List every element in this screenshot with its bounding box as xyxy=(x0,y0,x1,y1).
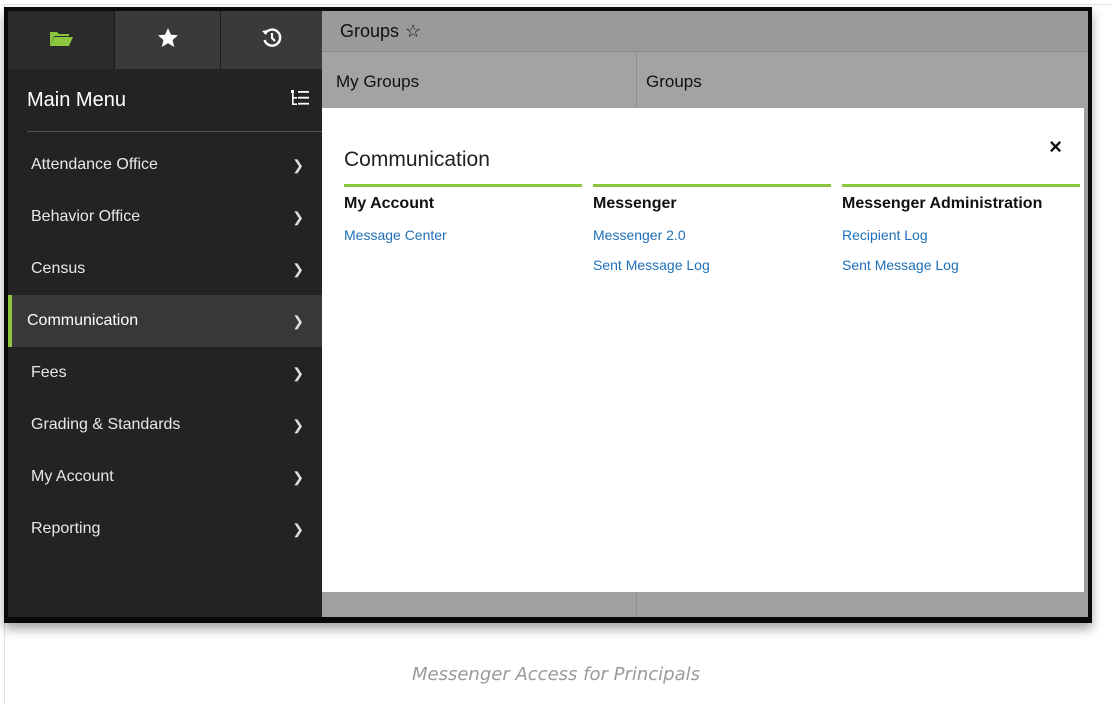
section-my-account: My Account Message Center xyxy=(344,184,582,257)
link-recipient-log[interactable]: Recipient Log xyxy=(842,227,1080,257)
history-icon xyxy=(260,26,284,55)
section-heading: Messenger Administration xyxy=(842,195,1043,212)
chevron-right-icon: ❯ xyxy=(292,416,304,433)
chevron-right-icon: ❯ xyxy=(292,468,304,485)
menu-tree-toggle-icon[interactable] xyxy=(290,89,310,112)
chevron-right-icon: ❯ xyxy=(292,312,304,329)
close-button[interactable]: × xyxy=(1049,134,1062,160)
menu-item-fees[interactable]: Fees ❯ xyxy=(8,347,322,399)
chevron-right-icon: ❯ xyxy=(292,156,304,173)
section-rule xyxy=(593,184,831,187)
folder-icon xyxy=(48,28,74,53)
section-rule xyxy=(344,184,582,187)
sidebar-tabbar xyxy=(8,11,322,69)
menu-item-census[interactable]: Census ❯ xyxy=(8,243,322,295)
star-outline-icon[interactable]: ☆ xyxy=(405,21,421,42)
page-footer-strip xyxy=(322,591,1088,617)
section-links: Messenger 2.0 Sent Message Log xyxy=(593,227,831,287)
main-menu-title: Main Menu xyxy=(27,88,126,111)
link-sent-message-log[interactable]: Sent Message Log xyxy=(593,257,831,287)
menu-item-label: Census xyxy=(31,260,86,277)
chevron-right-icon: ❯ xyxy=(292,208,304,225)
section-rule xyxy=(842,184,1080,187)
menu-item-grading-standards[interactable]: Grading & Standards ❯ xyxy=(8,399,322,451)
main-menu-list: Attendance Office ❯ Behavior Office ❯ Ce… xyxy=(8,139,322,555)
menu-item-label: My Account xyxy=(31,468,114,485)
section-links: Message Center xyxy=(344,227,582,257)
menu-item-communication[interactable]: Communication ❯ xyxy=(8,295,322,347)
link-admin-sent-message-log[interactable]: Sent Message Log xyxy=(842,257,1080,287)
star-icon xyxy=(156,26,180,55)
page-header: Groups ☆ xyxy=(322,11,1088,51)
tab-folder[interactable] xyxy=(8,11,114,69)
link-message-center[interactable]: Message Center xyxy=(344,227,582,257)
menu-item-attendance-office[interactable]: Attendance Office ❯ xyxy=(8,139,322,191)
main-menu-header: Main Menu xyxy=(8,69,322,131)
chevron-right-icon: ❯ xyxy=(292,520,304,537)
link-messenger-2[interactable]: Messenger 2.0 xyxy=(593,227,831,257)
groups-heading: Groups xyxy=(646,72,702,91)
section-heading: Messenger xyxy=(593,195,677,212)
column-divider xyxy=(636,52,637,108)
image-caption: Messenger Access for Principals xyxy=(412,664,700,685)
section-messenger: Messenger Messenger 2.0 Sent Message Log xyxy=(593,184,831,287)
column-divider xyxy=(636,591,637,617)
my-groups-heading: My Groups xyxy=(336,72,420,91)
tab-favorites[interactable] xyxy=(114,11,220,69)
sidebar: Main Menu Attendance Office ❯ Behavior O… xyxy=(8,11,322,617)
menu-item-label: Fees xyxy=(31,364,67,381)
menu-item-label: Communication xyxy=(27,312,139,329)
menu-divider xyxy=(27,131,322,132)
page-subheader: My Groups Groups xyxy=(322,51,1088,108)
section-messenger-administration: Messenger Administration Recipient Log S… xyxy=(842,184,1080,287)
communication-menu-panel: Communication × My Account Message Cente… xyxy=(322,108,1084,592)
chevron-right-icon: ❯ xyxy=(292,364,304,381)
menu-item-label: Grading & Standards xyxy=(31,416,181,433)
chevron-right-icon: ❯ xyxy=(292,260,304,277)
menu-item-label: Attendance Office xyxy=(31,156,158,173)
panel-title: Communication xyxy=(344,148,490,171)
menu-item-label: Reporting xyxy=(31,520,101,537)
menu-item-my-account[interactable]: My Account ❯ xyxy=(8,451,322,503)
menu-item-label: Behavior Office xyxy=(31,208,141,225)
page-title: Groups xyxy=(340,20,400,41)
menu-item-reporting[interactable]: Reporting ❯ xyxy=(8,503,322,555)
tab-history[interactable] xyxy=(220,11,322,69)
section-links: Recipient Log Sent Message Log xyxy=(842,227,1080,287)
section-heading: My Account xyxy=(344,195,435,212)
menu-item-behavior-office[interactable]: Behavior Office ❯ xyxy=(8,191,322,243)
